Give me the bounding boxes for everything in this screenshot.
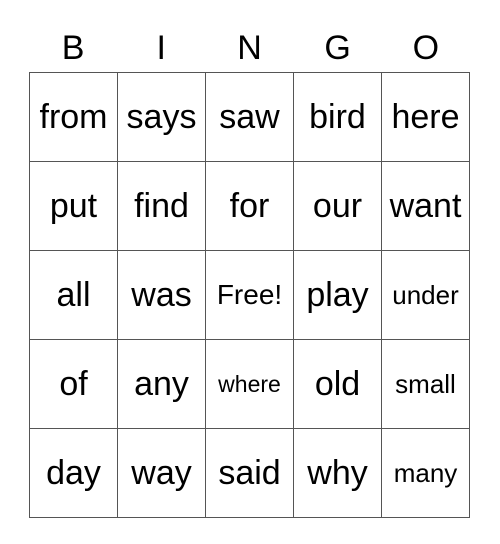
bingo-cell[interactable]: of <box>29 339 118 429</box>
bingo-cell[interactable]: here <box>381 72 470 162</box>
bingo-cell[interactable]: was <box>117 250 206 340</box>
bingo-cell[interactable]: old <box>293 339 382 429</box>
bingo-grid: from says saw bird here put find for our… <box>29 72 470 518</box>
bingo-cell[interactable]: put <box>29 161 118 251</box>
bingo-cell[interactable]: our <box>293 161 382 251</box>
bingo-header: B I N G O <box>29 28 470 68</box>
bingo-cell[interactable]: small <box>381 339 470 429</box>
header-letter: B <box>61 29 85 67</box>
bingo-cell[interactable]: play <box>293 250 382 340</box>
free-space-cell[interactable]: Free! <box>205 250 294 340</box>
bingo-cell[interactable]: find <box>117 161 206 251</box>
bingo-cell[interactable]: bird <box>293 72 382 162</box>
bingo-cell[interactable]: many <box>381 428 470 518</box>
grid-row: of any where old small <box>29 339 470 429</box>
grid-row: from says saw bird here <box>29 72 470 162</box>
bingo-cell[interactable]: for <box>205 161 294 251</box>
grid-row: day way said why many <box>29 428 470 518</box>
bingo-cell[interactable]: why <box>293 428 382 518</box>
bingo-cell[interactable]: want <box>381 161 470 251</box>
header-letter: G <box>324 29 351 67</box>
bingo-cell[interactable]: any <box>117 339 206 429</box>
bingo-cell[interactable]: all <box>29 250 118 340</box>
bingo-cell[interactable]: under <box>381 250 470 340</box>
header-letter: N <box>237 29 262 67</box>
bingo-cell[interactable]: from <box>29 72 118 162</box>
bingo-cell[interactable]: saw <box>205 72 294 162</box>
bingo-cell[interactable]: day <box>29 428 118 518</box>
grid-row: all was Free! play under <box>29 250 470 340</box>
bingo-cell[interactable]: where <box>205 339 294 429</box>
bingo-cell[interactable]: said <box>205 428 294 518</box>
header-letter: I <box>156 29 166 67</box>
bingo-cell[interactable]: way <box>117 428 206 518</box>
header-letter: O <box>412 29 440 67</box>
bingo-cell[interactable]: says <box>117 72 206 162</box>
grid-row: put find for our want <box>29 161 470 251</box>
